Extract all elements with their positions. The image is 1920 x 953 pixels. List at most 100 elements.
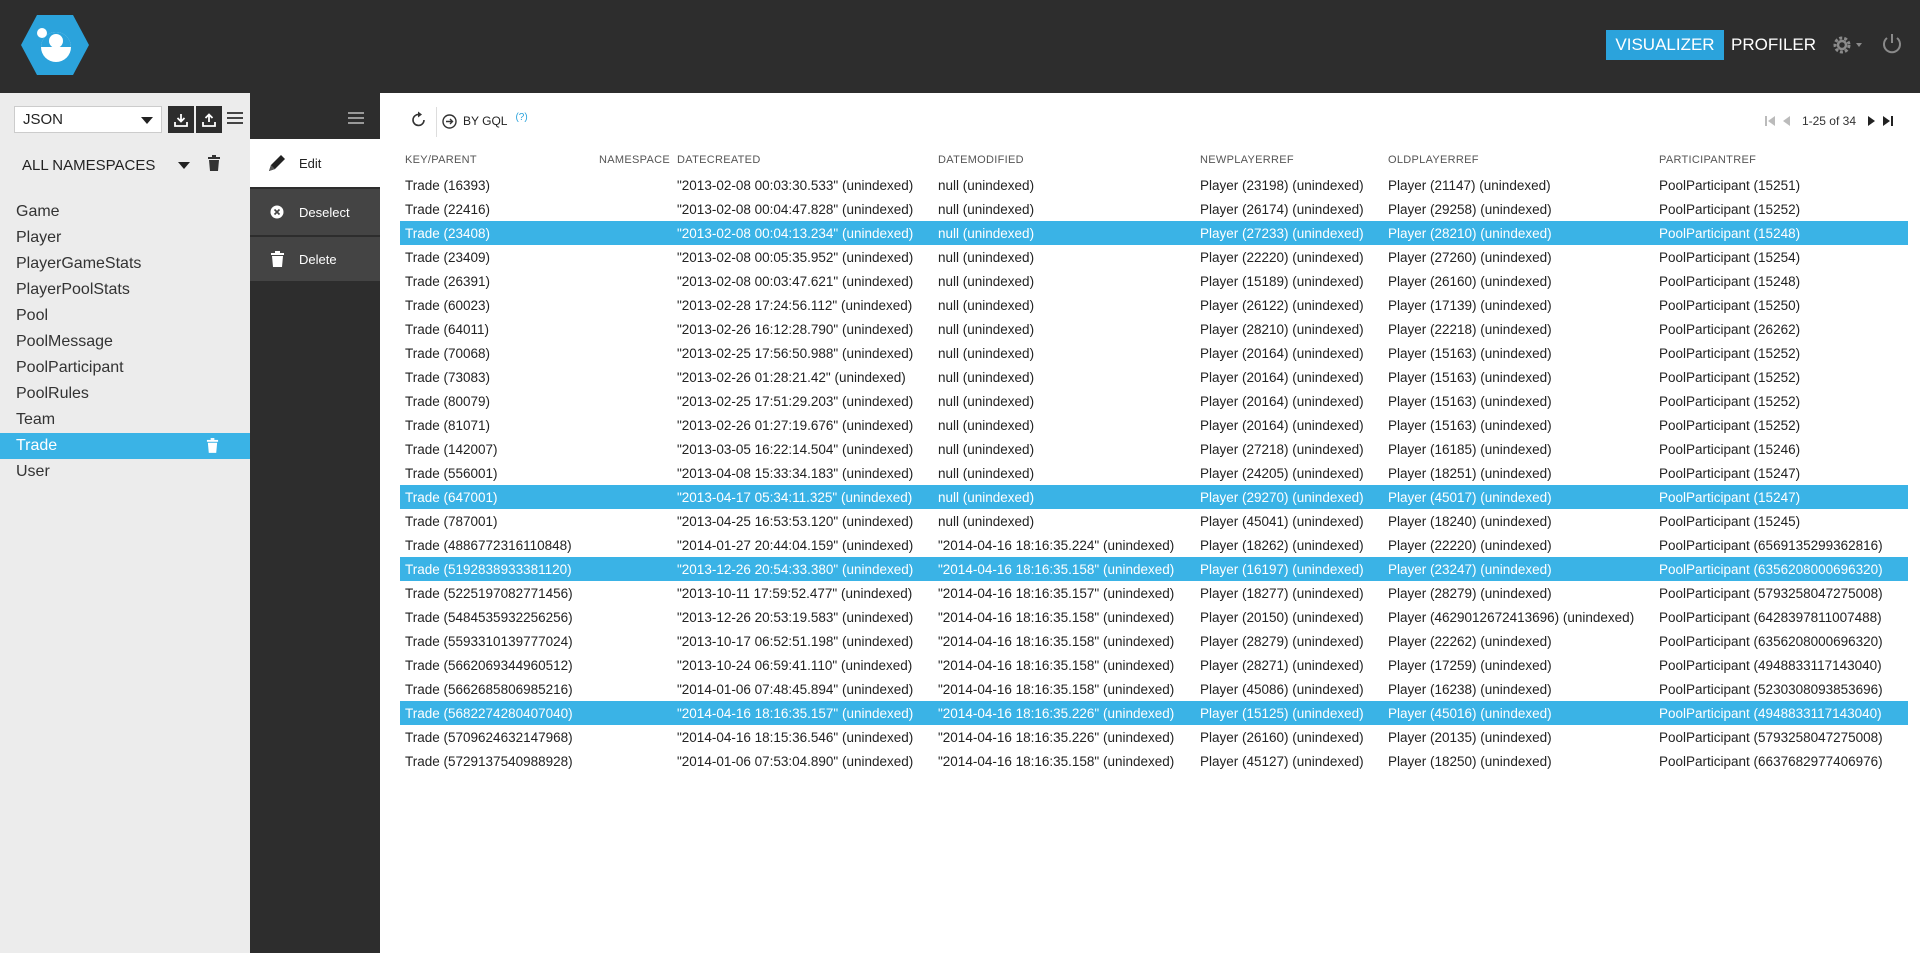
kind-item-playerpoolstats[interactable]: PlayerPoolStats	[0, 277, 250, 303]
namespace-select[interactable]: ALL NAMESPACES	[22, 153, 197, 177]
table-row[interactable]: Trade (80079) "2013-02-25 17:51:29.203" (…	[400, 389, 1908, 413]
cell-datemodified: "2014-04-16 18:16:35.158" (unindexed)	[933, 557, 1195, 581]
cell-namespace	[594, 509, 672, 533]
table-row[interactable]: Trade (556001) "2013-04-08 15:33:34.183" …	[400, 461, 1908, 485]
cell-namespace	[594, 293, 672, 317]
cell-participantref: PoolParticipant (6356208000696320)	[1654, 557, 1908, 581]
power-icon[interactable]	[1880, 32, 1904, 56]
cell-datecreated: "2013-10-11 17:59:52.477" (unindexed)	[677, 585, 913, 601]
gear-icon[interactable]	[1831, 33, 1865, 57]
table-row[interactable]: Trade (5225197082771456) "2013-10-11 17:5…	[400, 581, 1908, 605]
first-page-icon[interactable]	[1762, 113, 1778, 129]
column-header-oldplayerref[interactable]: OLDPLAYERREF	[1383, 147, 1654, 173]
by-gql-button[interactable]: BY GQL (?)	[442, 109, 528, 133]
top-header: VISUALIZER PROFILER	[0, 0, 1920, 93]
format-select[interactable]: JSON	[14, 106, 162, 133]
table-row[interactable]: Trade (787001) "2013-04-25 16:53:53.120" …	[400, 509, 1908, 533]
table-row[interactable]: Trade (26391) "2013-02-08 00:03:47.621" (…	[400, 269, 1908, 293]
cell-namespace	[594, 581, 672, 605]
kind-item-team[interactable]: Team	[0, 407, 250, 433]
cell-key: Trade (23408)	[400, 221, 594, 245]
cell-namespace	[594, 413, 672, 437]
kind-item-poolmessage[interactable]: PoolMessage	[0, 329, 250, 355]
cell-datecreated: "2014-01-06 07:53:04.890" (unindexed)	[677, 753, 914, 769]
table-row[interactable]: Trade (5662069344960512) "2013-10-24 06:5…	[400, 653, 1908, 677]
table-row[interactable]: Trade (5709624632147968) "2014-04-16 18:1…	[400, 725, 1908, 749]
table-row[interactable]: Trade (5682274280407040) "2014-04-16 18:1…	[400, 701, 1908, 725]
table-row[interactable]: Trade (60023) "2013-02-28 17:24:56.112" (…	[400, 293, 1908, 317]
table-row[interactable]: Trade (5593310139777024) "2013-10-17 06:5…	[400, 629, 1908, 653]
table-row[interactable]: Trade (23409) "2013-02-08 00:05:35.952" (…	[400, 245, 1908, 269]
datastore-logo-icon[interactable]	[20, 14, 90, 76]
column-header-datecreated[interactable]: DATECREATED	[672, 147, 933, 173]
table-row[interactable]: Trade (22416) "2013-02-08 00:04:47.828" (…	[400, 197, 1908, 221]
table-row[interactable]: Trade (16393) "2013-02-08 00:03:30.533" (…	[400, 173, 1908, 197]
table-row[interactable]: Trade (73083) "2013-02-26 01:28:21.42" (u…	[400, 365, 1908, 389]
cell-oldplayerref: Player (20135) (unindexed)	[1388, 729, 1552, 745]
hamburger-menu-icon[interactable]	[348, 111, 364, 125]
cell-datemodified: null (unindexed)	[938, 465, 1035, 481]
cell-key: Trade (80079)	[405, 393, 491, 409]
kind-item-playergamestats[interactable]: PlayerGameStats	[0, 251, 250, 277]
column-header-namespace[interactable]: NAMESPACE	[594, 147, 672, 173]
nav-profiler-tab[interactable]: PROFILER	[1731, 30, 1816, 60]
cell-key: Trade (5729137540988928)	[405, 753, 573, 769]
kind-item-poolrules[interactable]: PoolRules	[0, 381, 250, 407]
kind-item-pool[interactable]: Pool	[0, 303, 250, 329]
deselect-button[interactable]: Deselect	[250, 189, 380, 235]
table-row[interactable]: Trade (5484535932256256) "2013-12-26 20:5…	[400, 605, 1908, 629]
table-row[interactable]: Trade (5729137540988928) "2014-01-06 07:5…	[400, 749, 1908, 773]
entity-main-panel: BY GQL (?) 1-25 of 34 KEY/PARENT NAMESPA…	[380, 93, 1920, 953]
download-button[interactable]	[168, 106, 194, 133]
gql-help-link[interactable]: (?)	[515, 112, 527, 123]
cell-participantref: PoolParticipant (15252)	[1659, 201, 1801, 217]
cell-newplayerref: Player (28279) (unindexed)	[1200, 633, 1364, 649]
table-row[interactable]: Trade (81071) "2013-02-26 01:27:19.676" (…	[400, 413, 1908, 437]
kind-item-poolparticipant[interactable]: PoolParticipant	[0, 355, 250, 381]
cell-newplayerref: Player (22220) (unindexed)	[1200, 249, 1364, 265]
upload-button[interactable]	[196, 106, 222, 133]
kind-item-game[interactable]: Game	[0, 199, 250, 225]
table-row[interactable]: Trade (23408) "2013-02-08 00:04:13.234" (…	[400, 221, 1908, 245]
edit-button[interactable]: Edit	[250, 139, 380, 187]
column-header-datemodified[interactable]: DATEMODIFIED	[933, 147, 1195, 173]
trash-icon[interactable]	[207, 155, 221, 171]
table-row[interactable]: Trade (4886772316110848) "2014-01-27 20:4…	[400, 533, 1908, 557]
refresh-icon[interactable]	[410, 111, 428, 129]
trash-icon[interactable]	[206, 438, 219, 453]
table-row[interactable]: Trade (142007) "2013-03-05 16:22:14.504" …	[400, 437, 1908, 461]
cell-oldplayerref: Player (16185) (unindexed)	[1388, 441, 1552, 457]
cell-newplayerref: Player (27233) (unindexed)	[1195, 221, 1383, 245]
cell-newplayerref: Player (23198) (unindexed)	[1200, 177, 1364, 193]
column-header-key[interactable]: KEY/PARENT	[400, 147, 594, 173]
kind-item-trade[interactable]: Trade	[0, 433, 250, 459]
table-row[interactable]: Trade (5192838933381120) "2013-12-26 20:5…	[400, 557, 1908, 581]
kind-item-user[interactable]: User	[0, 459, 250, 485]
table-row[interactable]: Trade (70068) "2013-02-25 17:56:50.988" (…	[400, 341, 1908, 365]
cell-datemodified: "2014-04-16 18:16:35.158" (unindexed)	[938, 633, 1175, 649]
kind-item-player[interactable]: Player	[0, 225, 250, 251]
delete-button[interactable]: Delete	[250, 235, 380, 281]
cell-datecreated: "2013-02-08 00:04:13.234" (unindexed)	[672, 221, 933, 245]
column-header-newplayerref[interactable]: NEWPLAYERREF	[1195, 147, 1383, 173]
cell-oldplayerref: Player (15163) (unindexed)	[1388, 393, 1552, 409]
cell-participantref: PoolParticipant (15252)	[1659, 393, 1801, 409]
cell-namespace	[594, 605, 672, 629]
column-header-participantref[interactable]: PARTICIPANTREF	[1654, 147, 1908, 173]
nav-visualizer-tab[interactable]: VISUALIZER	[1606, 30, 1724, 60]
prev-page-icon[interactable]	[1778, 113, 1794, 129]
cell-namespace	[594, 269, 672, 293]
last-page-icon[interactable]	[1880, 113, 1896, 129]
cell-newplayerref: Player (20164) (unindexed)	[1200, 393, 1364, 409]
table-row[interactable]: Trade (647001) "2013-04-17 05:34:11.325" …	[400, 485, 1908, 509]
table-row[interactable]: Trade (5662685806985216) "2014-01-06 07:4…	[400, 677, 1908, 701]
cell-participantref: PoolParticipant (6356208000696320)	[1659, 633, 1883, 649]
cell-newplayerref: Player (28271) (unindexed)	[1200, 657, 1364, 673]
table-row[interactable]: Trade (64011) "2013-02-26 16:12:28.790" (…	[400, 317, 1908, 341]
cell-namespace	[594, 221, 672, 245]
cell-newplayerref: Player (24205) (unindexed)	[1200, 465, 1364, 481]
next-page-icon[interactable]	[1864, 113, 1880, 129]
cell-datecreated: "2013-02-26 16:12:28.790" (unindexed)	[677, 321, 914, 337]
cell-oldplayerref: Player (28279) (unindexed)	[1388, 585, 1552, 601]
hamburger-menu-icon[interactable]	[227, 111, 243, 125]
